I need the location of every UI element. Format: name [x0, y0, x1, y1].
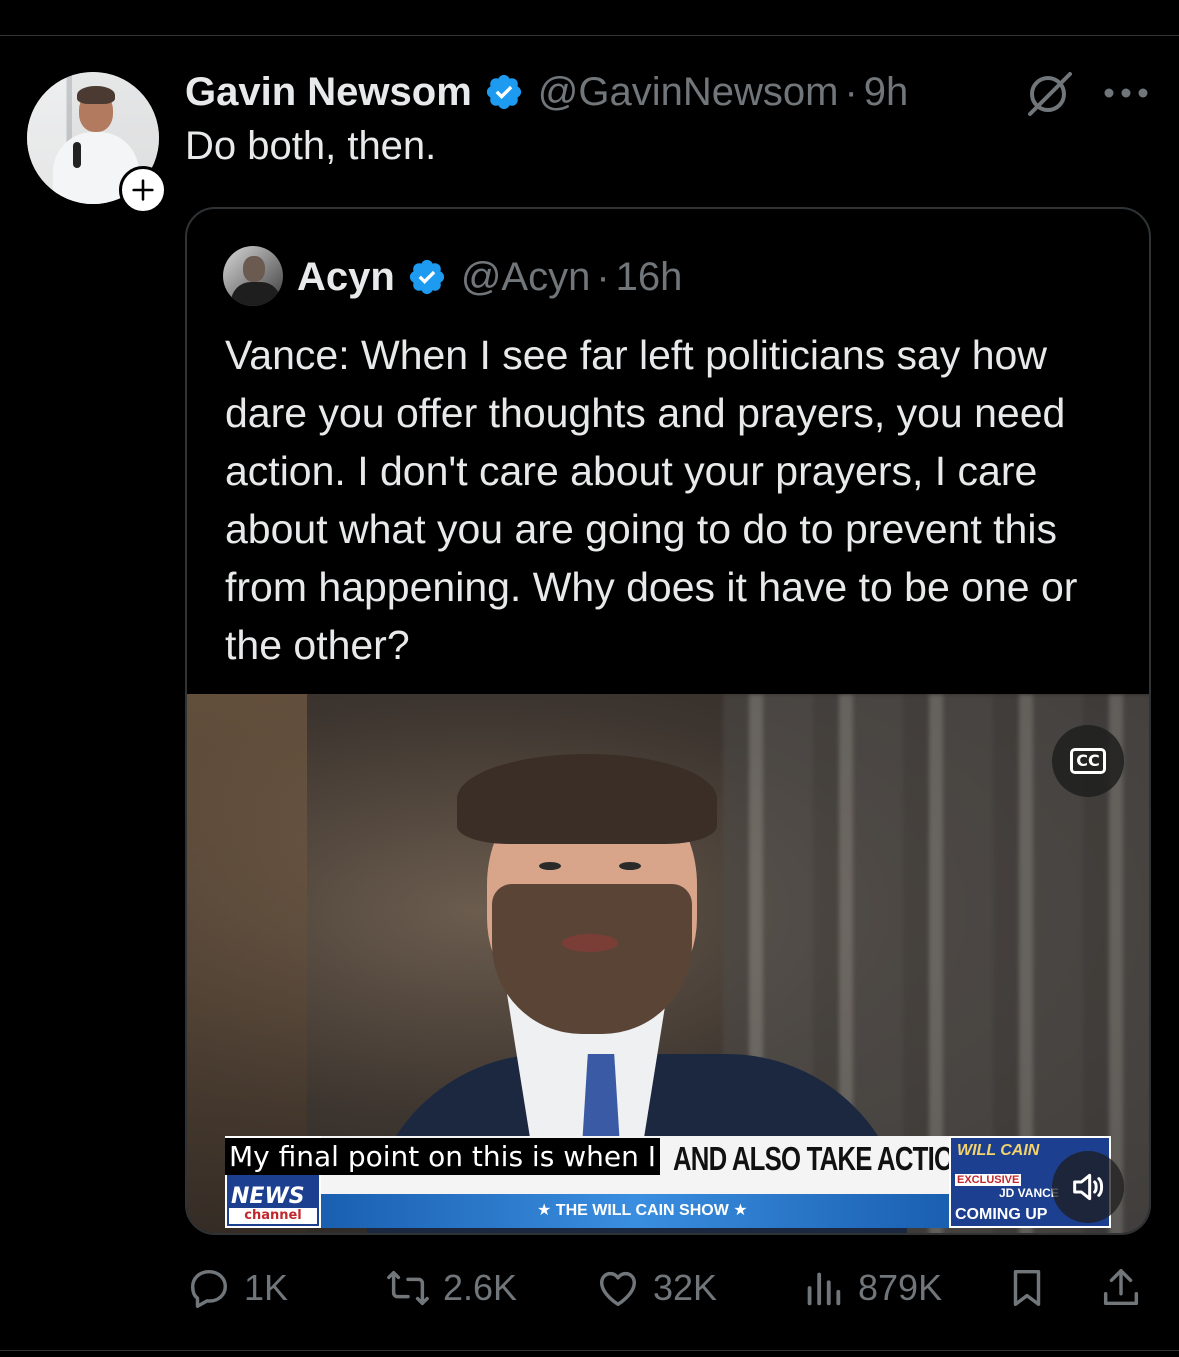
verified-badge-icon[interactable]: [484, 72, 524, 112]
grok-icon[interactable]: [1022, 70, 1074, 118]
header-separator: ·: [844, 69, 858, 114]
quoted-author-avatar[interactable]: [223, 246, 283, 306]
quoted-author-handle[interactable]: @Acyn: [461, 255, 591, 300]
heart-icon: [599, 1271, 637, 1307]
bottom-divider: [0, 1350, 1179, 1351]
tweet-timestamp[interactable]: 9h: [864, 70, 909, 115]
quoted-tweet-header: Acyn @Acyn · 16h: [297, 251, 682, 303]
speaker-icon: [1073, 1173, 1104, 1201]
like-button[interactable]: 32K: [595, 1258, 717, 1318]
repost-button[interactable]: 2.6K: [385, 1258, 517, 1318]
video-person-hair: [457, 754, 717, 844]
views-count: 879K: [858, 1267, 943, 1308]
repost-count: 2.6K: [443, 1267, 518, 1308]
views-icon: [807, 1272, 841, 1306]
tweet-action-bar: 1K 2.6K 32K 879K: [0, 1258, 1179, 1318]
share-icon: [1103, 1269, 1139, 1306]
tweet-header: Gavin Newsom @GavinNewsom · 9h: [185, 66, 908, 118]
quoted-author-display-name[interactable]: Acyn: [297, 255, 395, 300]
like-count: 32K: [653, 1267, 718, 1308]
promo-exclusive-label: EXCLUSIVE: [955, 1174, 1022, 1186]
top-divider: [0, 35, 1179, 36]
bookmark-icon: [1013, 1269, 1041, 1307]
quoted-avatar-face: [243, 256, 265, 282]
promo-guest-name: JD VANCE: [999, 1186, 1059, 1200]
avatar-person-hair: [77, 86, 115, 104]
bookmark-button[interactable]: [1004, 1258, 1062, 1318]
closed-captions-icon: CC: [1070, 748, 1106, 774]
quoted-tweet-timestamp[interactable]: 16h: [616, 255, 683, 300]
volume-button[interactable]: [1052, 1151, 1124, 1223]
tweet-text: Do both, then.: [185, 124, 437, 168]
quoted-header-separator: ·: [596, 254, 610, 299]
quoted-tweet-card[interactable]: Acyn @Acyn · 16h Vance: When I see far l…: [185, 207, 1151, 1235]
share-button[interactable]: [1098, 1258, 1156, 1318]
closed-captions-button[interactable]: CC: [1052, 725, 1124, 797]
video-person-left-eye: [539, 862, 561, 870]
plus-icon: [132, 179, 154, 201]
quoted-avatar-shoulder: [231, 282, 281, 306]
author-display-name[interactable]: Gavin Newsom: [185, 70, 472, 115]
promo-coming-up: COMING UP: [955, 1206, 1048, 1223]
author-handle[interactable]: @GavinNewsom: [538, 70, 839, 115]
reply-icon: [190, 1269, 228, 1308]
avatar-microphone: [73, 142, 81, 168]
repost-icon: [387, 1270, 429, 1306]
follow-plus-button[interactable]: [119, 166, 167, 214]
video-person-mouth: [562, 934, 618, 952]
video-caption: My final point on this is when I: [225, 1138, 660, 1175]
lower-third-headline: AND ALSO TAKE ACTION: [673, 1140, 972, 1177]
video-player[interactable]: CC NEWS channel AND ALSO TAKE ACTION ★ T…: [187, 694, 1149, 1233]
logo-channel-text: channel: [229, 1208, 317, 1224]
quoted-tweet-text: Vance: When I see far left politicians s…: [225, 332, 1078, 668]
more-options-icon[interactable]: [1103, 86, 1149, 100]
quoted-verified-badge-icon[interactable]: [407, 257, 447, 297]
show-name-strip: ★ THE WILL CAIN SHOW ★: [537, 1202, 748, 1219]
promo-show-title: WILL CAIN: [957, 1142, 1040, 1159]
views-button[interactable]: 879K: [800, 1258, 942, 1318]
reply-count: 1K: [244, 1267, 289, 1308]
video-person-right-eye: [619, 862, 641, 870]
reply-button[interactable]: 1K: [186, 1258, 288, 1318]
logo-news-text: NEWS: [231, 1184, 305, 1209]
